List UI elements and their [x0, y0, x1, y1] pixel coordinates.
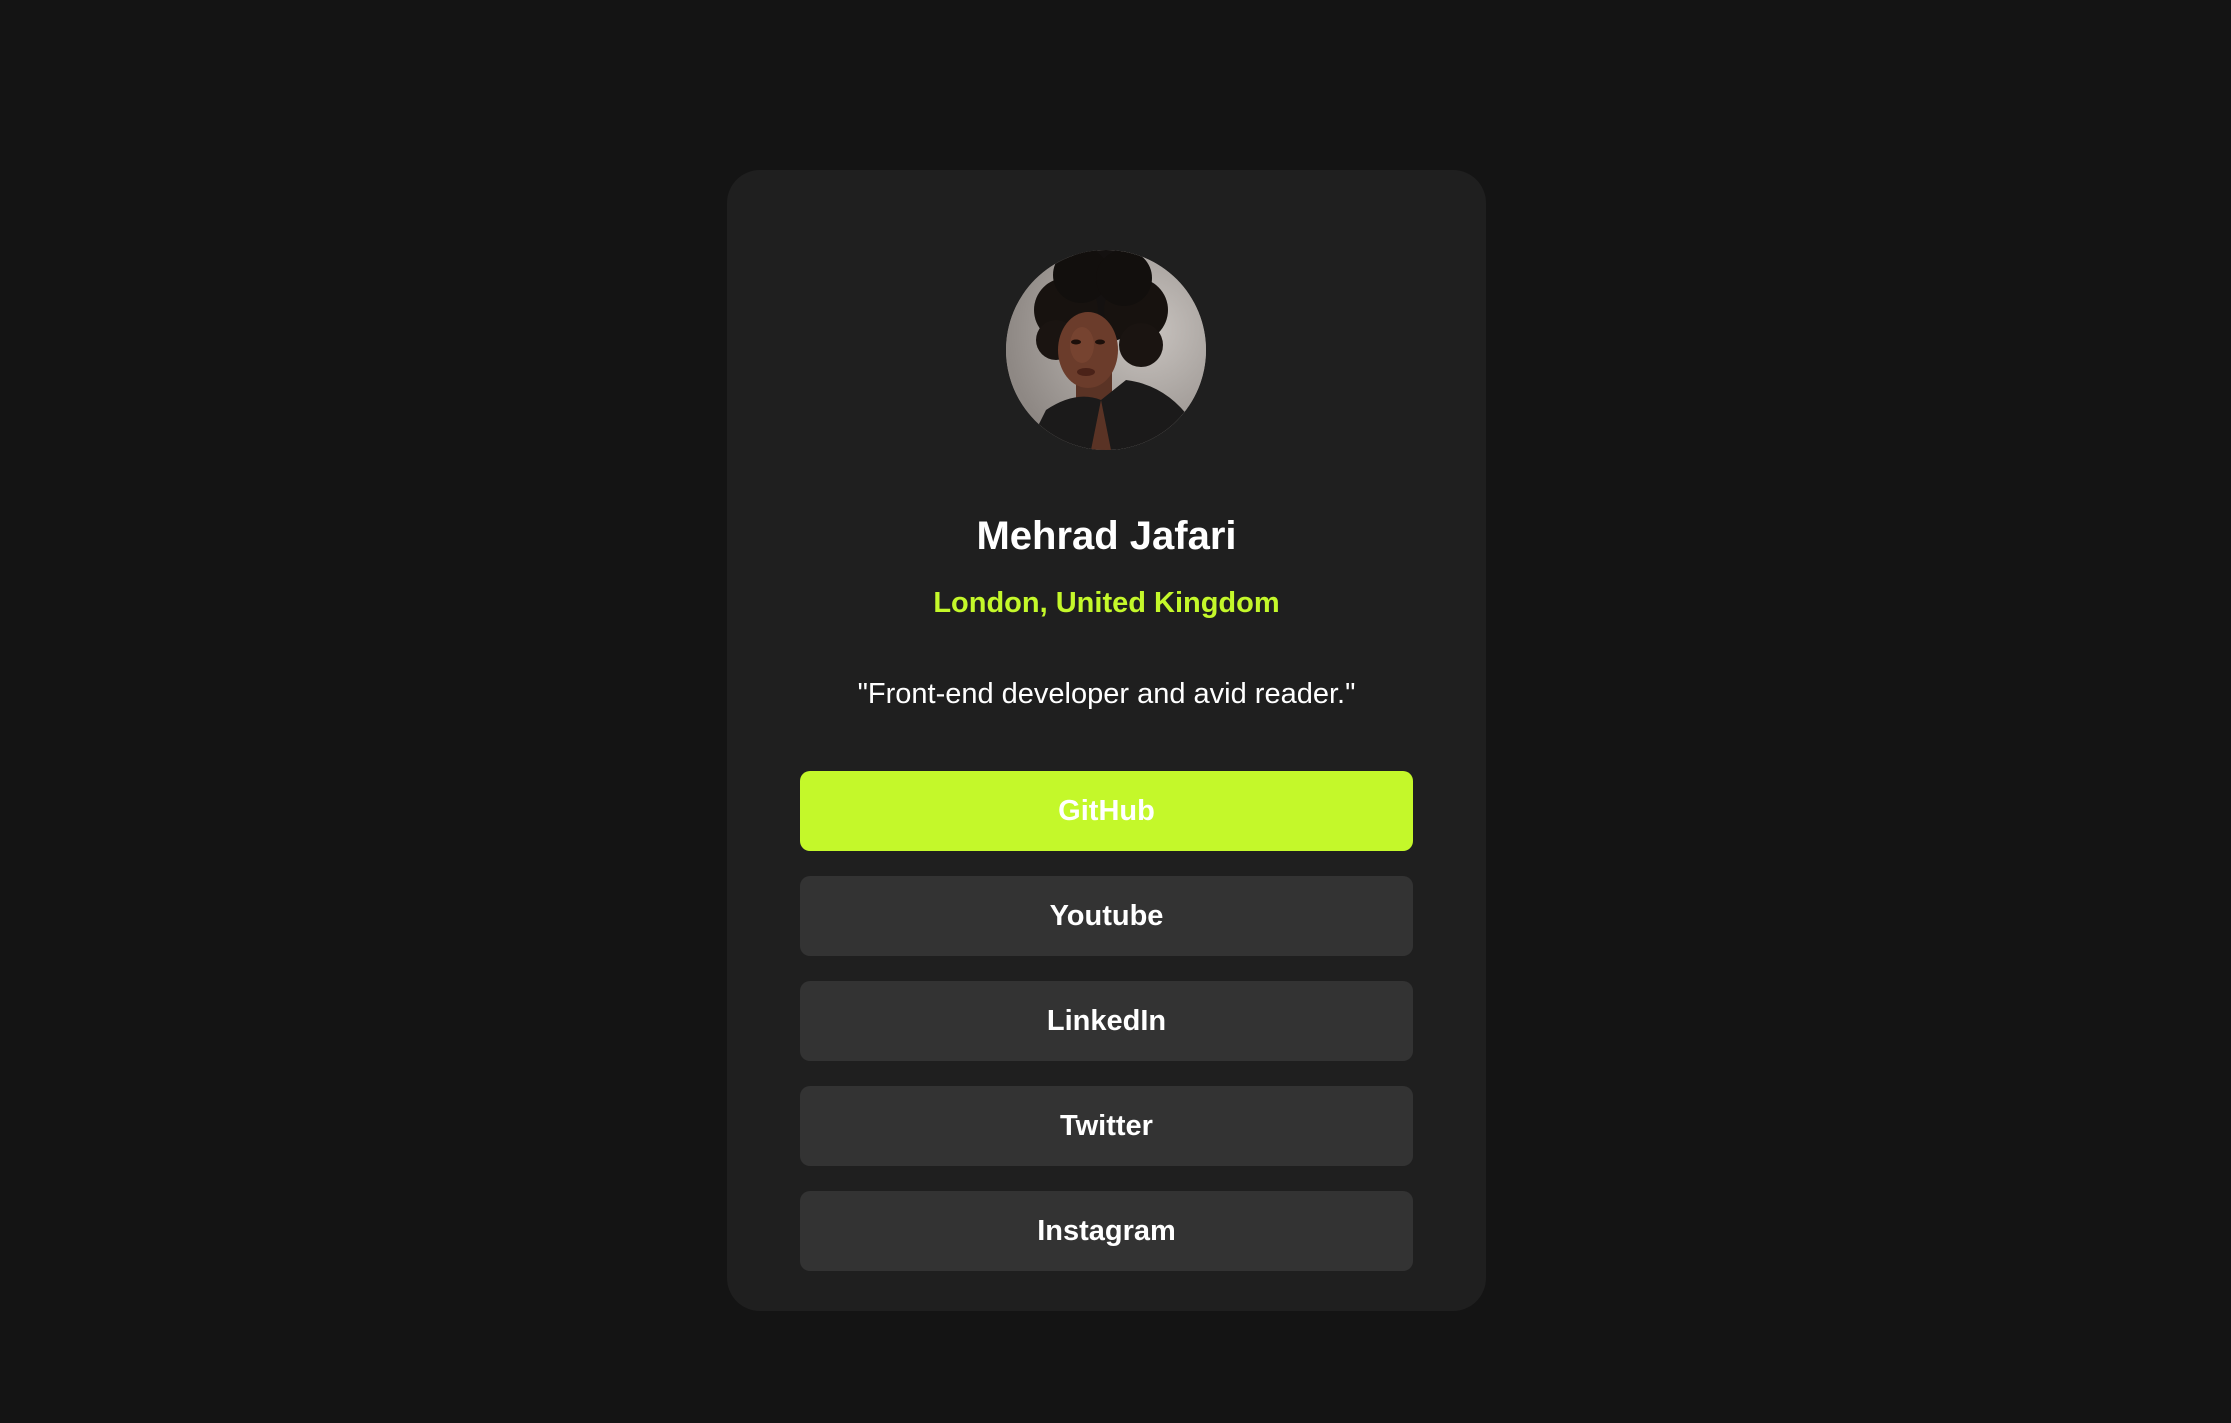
avatar	[1006, 250, 1206, 450]
github-link-button[interactable]: GitHub	[800, 771, 1413, 851]
youtube-link-button[interactable]: Youtube	[800, 876, 1413, 956]
profile-bio: "Front-end developer and avid reader."	[857, 678, 1356, 710]
profile-card: Mehrad Jafari London, United Kingdom "Fr…	[727, 170, 1486, 1311]
social-links-list: GitHub Youtube LinkedIn Twitter Instagra…	[800, 771, 1413, 1296]
linkedin-link-button[interactable]: LinkedIn	[800, 981, 1413, 1061]
profile-name: Mehrad Jafari	[976, 514, 1237, 558]
twitter-link-button[interactable]: Twitter	[800, 1086, 1413, 1166]
instagram-link-button[interactable]: Instagram	[800, 1191, 1413, 1271]
avatar-photo	[1006, 250, 1206, 450]
profile-location: London, United Kingdom	[933, 587, 1280, 619]
